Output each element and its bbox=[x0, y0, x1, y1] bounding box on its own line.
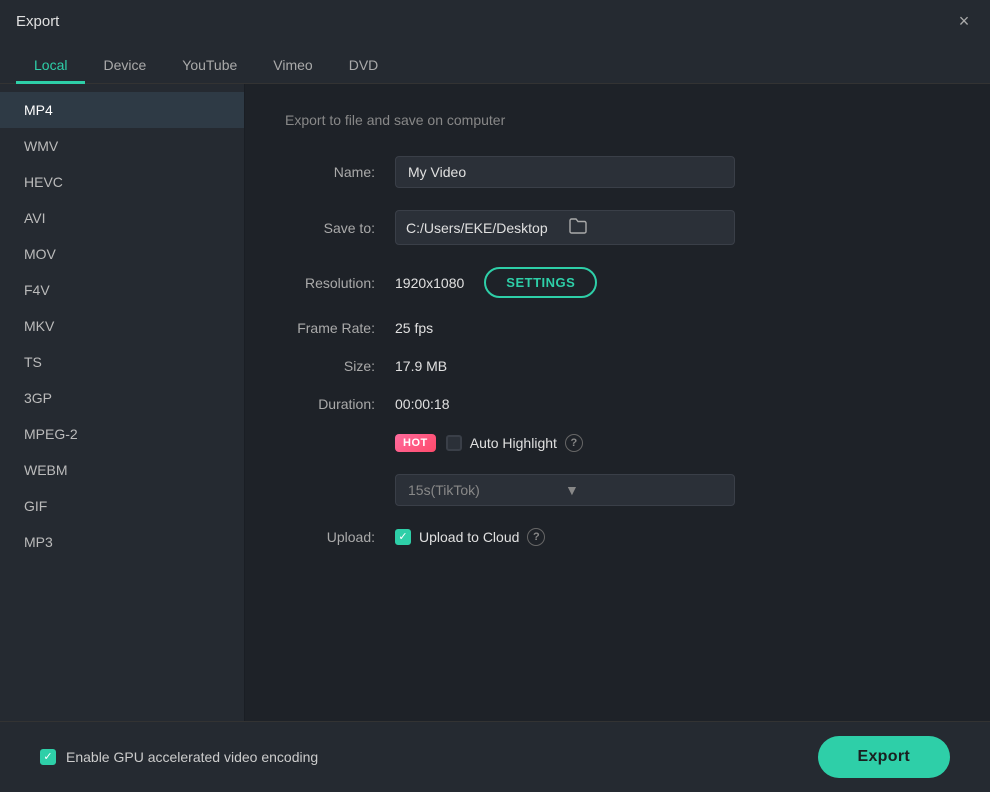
dropdown-value: 15s(TikTok) bbox=[408, 482, 565, 498]
size-row: Size: 17.9 MB bbox=[285, 358, 950, 374]
sidebar-item-webm[interactable]: WEBM bbox=[0, 452, 244, 488]
main-content: MP4 WMV HEVC AVI MOV F4V MKV TS 3GP MPEG… bbox=[0, 84, 990, 721]
export-content: Export to file and save on computer Name… bbox=[245, 84, 990, 721]
sidebar-item-mpeg2[interactable]: MPEG-2 bbox=[0, 416, 244, 452]
sidebar-item-mp3[interactable]: MP3 bbox=[0, 524, 244, 560]
auto-highlight-label: Auto Highlight bbox=[470, 435, 557, 451]
save-to-label: Save to: bbox=[285, 220, 395, 236]
dropdown-arrow-icon: ▼ bbox=[565, 482, 722, 498]
tab-device[interactable]: Device bbox=[85, 49, 164, 84]
folder-icon[interactable] bbox=[569, 218, 724, 237]
sidebar-item-mkv[interactable]: MKV bbox=[0, 308, 244, 344]
tab-local[interactable]: Local bbox=[16, 49, 85, 84]
duration-value: 00:00:18 bbox=[395, 396, 450, 412]
gpu-label: Enable GPU accelerated video encoding bbox=[66, 749, 318, 765]
name-label: Name: bbox=[285, 164, 395, 180]
tab-dvd[interactable]: DVD bbox=[331, 49, 397, 84]
sidebar-item-ts[interactable]: TS bbox=[0, 344, 244, 380]
resolution-label: Resolution: bbox=[285, 275, 395, 291]
name-row: Name: bbox=[285, 156, 950, 188]
upload-cloud-checkbox[interactable] bbox=[395, 529, 411, 545]
save-to-row: Save to: C:/Users/EKE/Desktop bbox=[285, 210, 950, 245]
sidebar-item-f4v[interactable]: F4V bbox=[0, 272, 244, 308]
auto-highlight-checkbox[interactable] bbox=[446, 435, 462, 451]
tiktok-duration-dropdown[interactable]: 15s(TikTok) ▼ bbox=[395, 474, 735, 506]
auto-highlight-help-icon[interactable]: ? bbox=[565, 434, 583, 452]
upload-cloud-label: Upload to Cloud bbox=[419, 529, 519, 545]
close-button[interactable]: × bbox=[954, 11, 974, 31]
sidebar-item-wmv[interactable]: WMV bbox=[0, 128, 244, 164]
frame-rate-row: Frame Rate: 25 fps bbox=[285, 320, 950, 336]
resolution-value-wrap: 1920x1080 SETTINGS bbox=[395, 267, 597, 298]
name-input-wrap bbox=[395, 156, 735, 188]
export-button[interactable]: Export bbox=[818, 736, 950, 778]
name-input[interactable] bbox=[395, 156, 735, 188]
dialog-title: Export bbox=[16, 13, 59, 30]
path-value: C:/Users/EKE/Desktop bbox=[406, 220, 561, 236]
sidebar-item-avi[interactable]: AVI bbox=[0, 200, 244, 236]
auto-highlight-checkbox-wrap[interactable]: Auto Highlight bbox=[446, 435, 557, 451]
sidebar-item-mp4[interactable]: MP4 bbox=[0, 92, 244, 128]
auto-highlight-row: HOT Auto Highlight ? bbox=[285, 434, 950, 452]
sidebar-item-mov[interactable]: MOV bbox=[0, 236, 244, 272]
sidebar-item-hevc[interactable]: HEVC bbox=[0, 164, 244, 200]
tab-youtube[interactable]: YouTube bbox=[164, 49, 255, 84]
frame-rate-value: 25 fps bbox=[395, 320, 433, 336]
bottom-bar: Enable GPU accelerated video encoding Ex… bbox=[0, 721, 990, 792]
hot-badge: HOT bbox=[395, 434, 436, 452]
gpu-checkbox[interactable] bbox=[40, 749, 56, 765]
format-sidebar: MP4 WMV HEVC AVI MOV F4V MKV TS 3GP MPEG… bbox=[0, 84, 245, 721]
tab-bar: Local Device YouTube Vimeo DVD bbox=[0, 42, 990, 84]
path-input-wrap: C:/Users/EKE/Desktop bbox=[395, 210, 735, 245]
settings-button[interactable]: SETTINGS bbox=[484, 267, 597, 298]
upload-cloud-checkbox-wrap[interactable]: Upload to Cloud bbox=[395, 529, 519, 545]
upload-row: Upload: Upload to Cloud ? bbox=[285, 528, 950, 546]
title-bar: Export × bbox=[0, 0, 990, 42]
upload-label: Upload: bbox=[285, 529, 395, 545]
sidebar-item-gif[interactable]: GIF bbox=[0, 488, 244, 524]
tab-vimeo[interactable]: Vimeo bbox=[255, 49, 330, 84]
gpu-check-wrap: Enable GPU accelerated video encoding bbox=[40, 749, 318, 765]
frame-rate-label: Frame Rate: bbox=[285, 320, 395, 336]
size-label: Size: bbox=[285, 358, 395, 374]
upload-cloud-help-icon[interactable]: ? bbox=[527, 528, 545, 546]
duration-row: Duration: 00:00:18 bbox=[285, 396, 950, 412]
resolution-value: 1920x1080 bbox=[395, 275, 464, 291]
size-value: 17.9 MB bbox=[395, 358, 447, 374]
section-title: Export to file and save on computer bbox=[285, 112, 950, 128]
duration-label: Duration: bbox=[285, 396, 395, 412]
sidebar-item-3gp[interactable]: 3GP bbox=[0, 380, 244, 416]
resolution-row: Resolution: 1920x1080 SETTINGS bbox=[285, 267, 950, 298]
